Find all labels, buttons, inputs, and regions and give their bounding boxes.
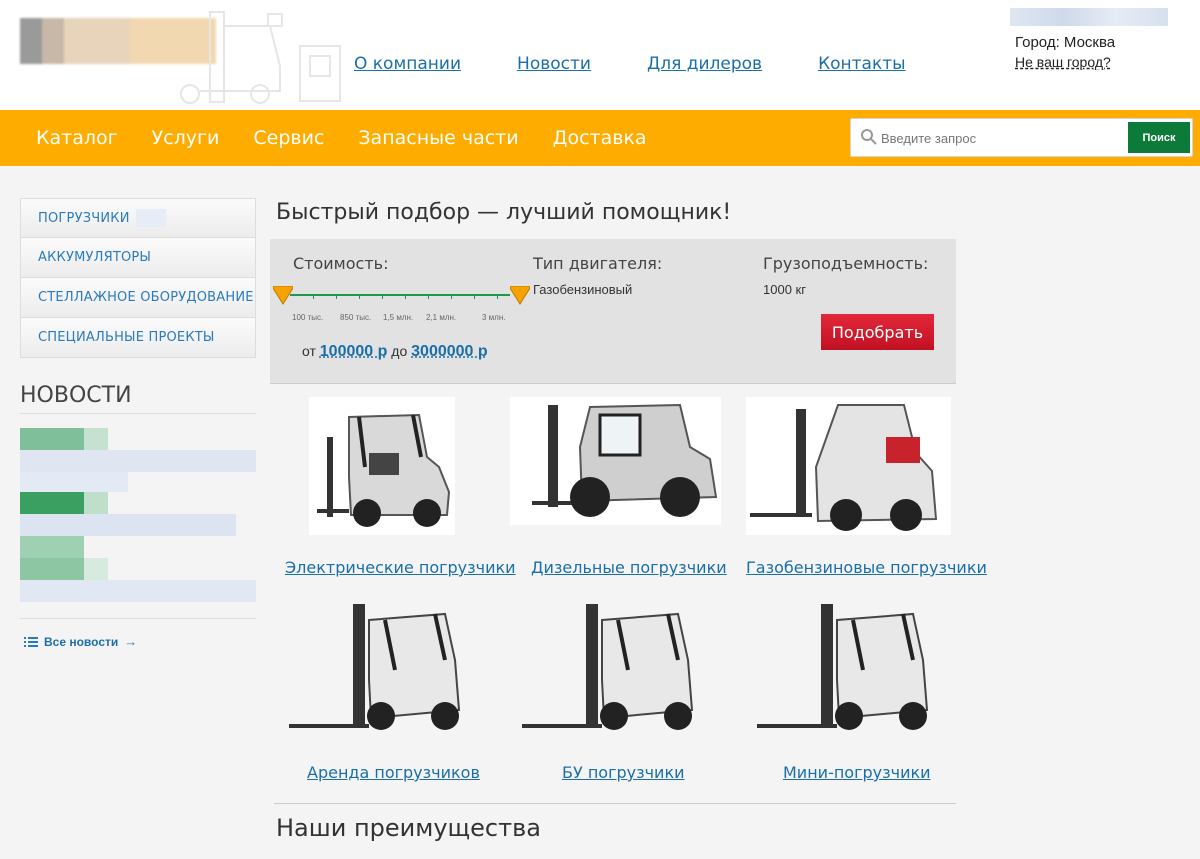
advantages-title: Наши преимущества (276, 814, 541, 842)
news-list-redacted (20, 416, 256, 610)
slider-tick-label: 100 тыс. (292, 313, 324, 322)
slider-tick-label: 1,5 млн. (383, 313, 414, 322)
top-nav: О компании Новости Для дилеров Контакты (354, 54, 906, 74)
nav-contacts[interactable]: Контакты (818, 54, 906, 74)
sidebar-item-batteries[interactable]: АККУМУЛЯТОРЫ (20, 238, 256, 278)
sidebar-item-label: СПЕЦИАЛЬНЫЕ ПРОЕКТЫ (38, 330, 215, 345)
rental-forklift-image[interactable] (285, 600, 469, 740)
gasoline-forklift-image[interactable] (746, 397, 951, 535)
menu-delivery[interactable]: Доставка (553, 127, 647, 149)
slider-tick-label: 2,1 млн. (426, 313, 457, 322)
quick-pick-panel: Стоимость: Тип двигателя: Газобензиновый… (270, 239, 956, 384)
engine-label: Тип двигателя: (533, 254, 663, 273)
slider-tick-label: 850 тыс. (340, 313, 372, 322)
slider-max-handle[interactable] (510, 286, 530, 306)
main-menu: Каталог Услуги Сервис Запасные части Дос… (36, 127, 647, 149)
engine-value[interactable]: Газобензиновый (533, 282, 632, 297)
menu-catalog[interactable]: Каталог (36, 127, 118, 149)
menu-spare-parts[interactable]: Запасные части (358, 127, 518, 149)
quick-pick-title: Быстрый подбор — лучший помощник! (276, 200, 732, 225)
category-rental-link[interactable]: Аренда погрузчиков (307, 763, 480, 782)
price-slider-track[interactable] (290, 294, 510, 296)
price-range: от 100000 р до 3000000 р (302, 343, 488, 361)
category-used-link[interactable]: БУ погрузчики (562, 763, 685, 782)
range-to-label: до (391, 343, 408, 359)
cost-label: Стоимость: (293, 254, 389, 273)
used-forklift-image[interactable] (518, 600, 702, 740)
sidebar-item-special-projects[interactable]: СПЕЦИАЛЬНЫЕ ПРОЕКТЫ (20, 318, 256, 358)
slider-tick (428, 294, 429, 299)
electric-forklift-image[interactable] (309, 397, 455, 535)
capacity-value[interactable]: 1000 кг (763, 282, 806, 297)
slider-tick (382, 294, 383, 299)
city-label: Город: Москва (1015, 34, 1116, 51)
search-icon (861, 129, 877, 145)
range-from-value[interactable]: 100000 р (320, 343, 388, 360)
sidebar-menu: ПОГРУЗЧИКИ АККУМУЛЯТОРЫ СТЕЛЛАЖНОЕ ОБОРУ… (20, 198, 256, 358)
menu-service[interactable]: Сервис (253, 127, 324, 149)
header: О компании Новости Для дилеров Контакты … (0, 0, 1200, 110)
range-from-label: от (302, 343, 316, 359)
search-input[interactable] (881, 125, 1121, 151)
capacity-label: Грузоподъемность: (763, 254, 929, 273)
pick-button[interactable]: Подобрать (821, 314, 934, 350)
category-diesel-link[interactable]: Дизельные погрузчики (531, 558, 727, 577)
redacted-badge (135, 209, 166, 227)
slider-tick (336, 294, 337, 299)
sidebar-item-label: СТЕЛЛАЖНОЕ ОБОРУДОВАНИЕ (38, 290, 254, 305)
slider-tick-label: 3 млн. (482, 313, 506, 322)
divider (20, 618, 256, 619)
nav-dealers[interactable]: Для дилеров (647, 54, 762, 74)
sidebar-item-racking[interactable]: СТЕЛЛАЖНОЕ ОБОРУДОВАНИЕ (20, 278, 256, 318)
sidebar-item-label: ПОГРУЗЧИКИ (38, 210, 130, 226)
nav-news[interactable]: Новости (517, 54, 591, 74)
list-icon (24, 636, 38, 647)
range-to-value[interactable]: 3000000 р (411, 343, 488, 360)
slider-tick (497, 294, 498, 299)
slider-min-handle[interactable] (273, 286, 293, 306)
category-gasoline-link[interactable]: Газобензиновые погрузчики (746, 558, 987, 577)
city-change-link[interactable]: Не ваш город? (1015, 54, 1111, 70)
forklift-outline-decoration (180, 11, 341, 104)
sidebar-item-forklifts[interactable]: ПОГРУЗЧИКИ (20, 198, 256, 238)
diesel-forklift-image[interactable] (510, 397, 721, 525)
category-mini-link[interactable]: Мини-погрузчики (783, 763, 931, 782)
menu-services[interactable]: Услуги (152, 127, 220, 149)
nav-about[interactable]: О компании (354, 54, 461, 74)
slider-tick (474, 294, 475, 299)
slider-tick (313, 294, 314, 299)
arrow-right-icon: → (124, 634, 138, 649)
all-news-link[interactable]: Все новости (44, 635, 118, 649)
search-box: Поиск (850, 118, 1193, 157)
sidebar-item-label: АККУМУЛЯТОРЫ (38, 250, 152, 265)
slider-tick (451, 294, 452, 299)
divider (274, 803, 956, 804)
divider (20, 413, 256, 414)
slider-tick (405, 294, 406, 299)
all-news-link-row: Все новости → (24, 634, 137, 649)
slider-tick (359, 294, 360, 299)
news-heading: НОВОСТИ (20, 383, 132, 408)
mini-forklift-image[interactable] (753, 600, 937, 740)
search-button[interactable]: Поиск (1128, 122, 1190, 153)
main-menu-bar: Каталог Услуги Сервис Запасные части Дос… (0, 110, 1200, 166)
phone-redacted (1010, 8, 1168, 26)
category-electric-link[interactable]: Электрические погрузчики (285, 558, 516, 577)
